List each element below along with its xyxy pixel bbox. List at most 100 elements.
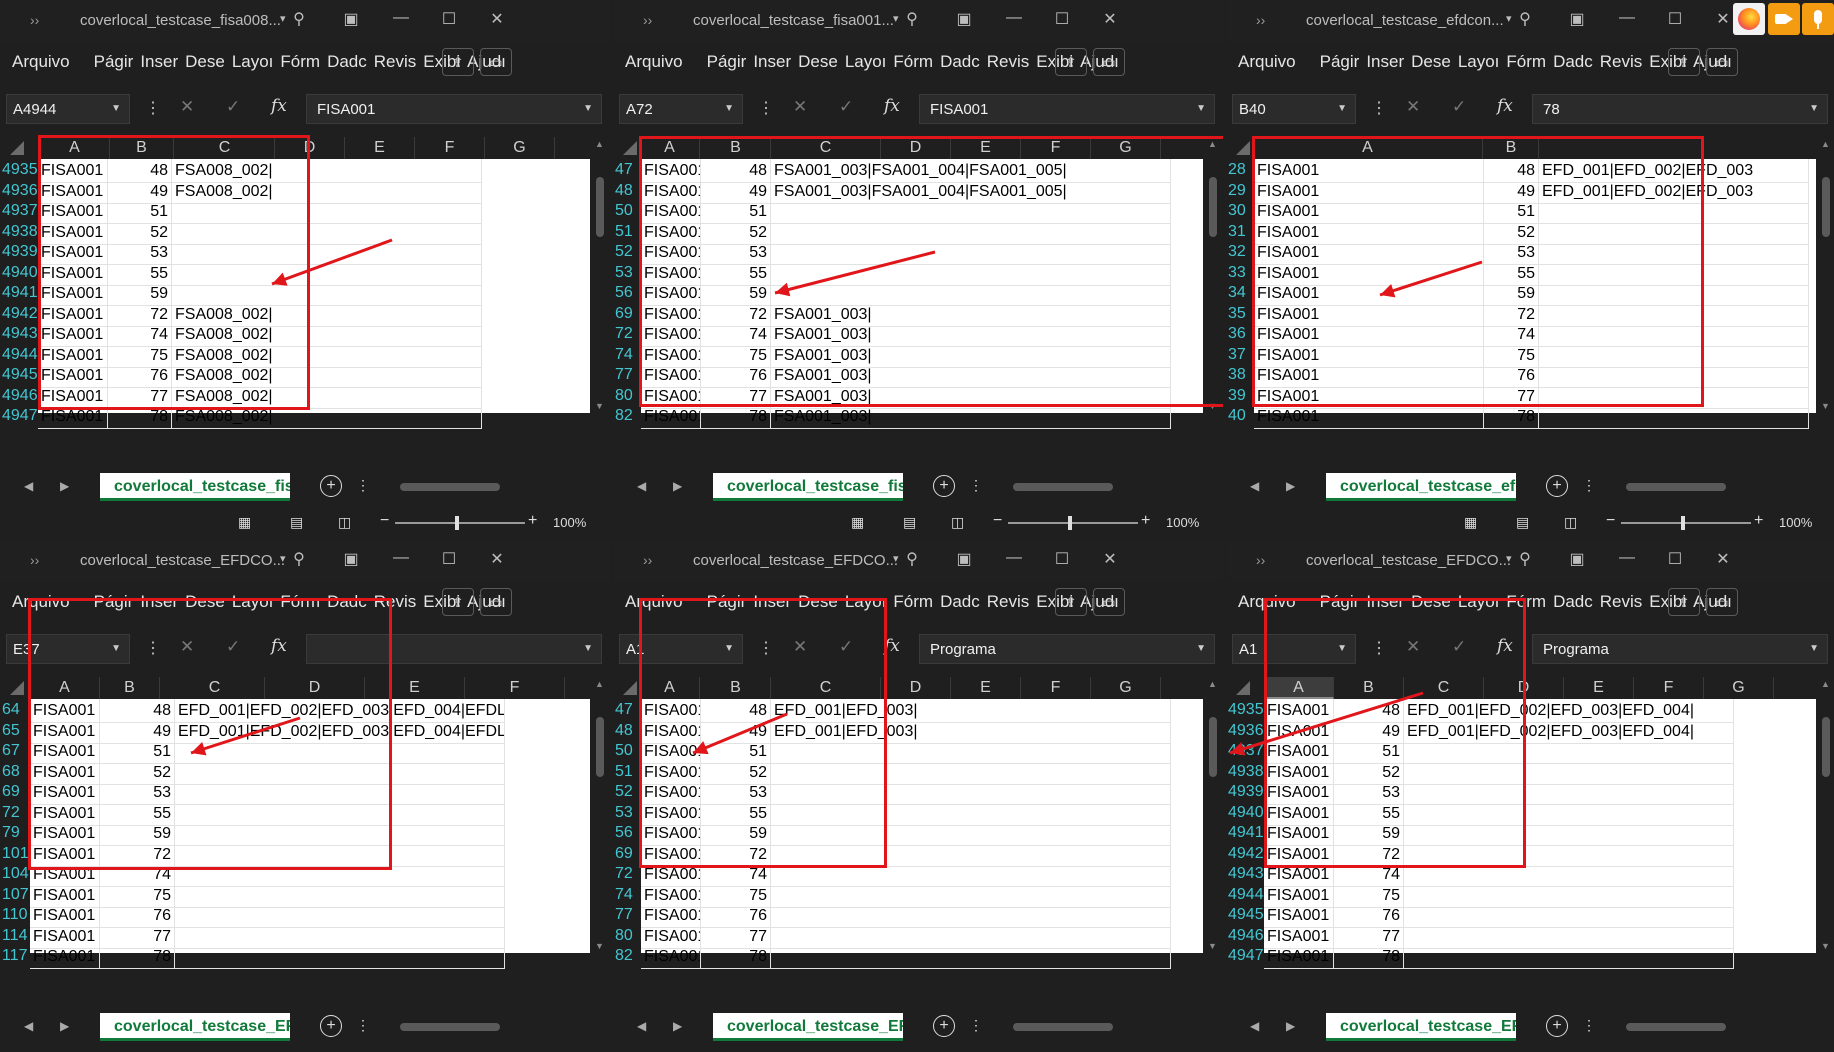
ribbon-tab[interactable]: Arquivo [12,52,70,72]
ribbon-display-icon[interactable]: ▣ [953,549,975,571]
chevron-down-icon[interactable]: ▼ [724,643,734,654]
horizontal-scrollbar[interactable] [993,1021,1193,1033]
ribbon-tab[interactable]: Dese [798,52,838,72]
ribbon-tab[interactable]: Revis [374,592,417,612]
scroll-thumb[interactable] [1013,1023,1113,1031]
more-icon[interactable]: ⋮ [356,477,370,494]
ribbon-tab[interactable]: Revis [987,52,1030,72]
ribbon-tab[interactable]: Fórm [280,52,320,72]
cancel-icon[interactable]: ✕ [180,97,194,117]
share-icon[interactable]: ⇪ [442,48,474,76]
vertical-scrollbar[interactable]: ▲ ▼ [1203,137,1223,413]
column-header[interactable]: C [771,677,881,699]
vertical-scrollbar[interactable]: ▲ ▼ [1816,137,1834,413]
name-box[interactable]: E37 ▼ [6,634,130,664]
share-icon[interactable]: ⇪ [1668,588,1700,616]
sheet-tab[interactable]: coverlocal_testcase_EFI [713,1013,903,1041]
column-header[interactable]: D [275,137,345,159]
sheet-tab[interactable]: coverlocal_testcase_EFI [1326,1013,1516,1041]
column-header[interactable]: F [465,677,565,699]
share-icon[interactable]: ⇪ [1668,48,1700,76]
share-icon[interactable]: ⇪ [442,588,474,616]
cell-a[interactable]: FISA001 [30,945,100,969]
name-box[interactable]: B40 ▼ [1232,94,1356,124]
chevron-left-icon[interactable]: ◀ [24,479,33,493]
insert-function-icon[interactable]: fx [1497,636,1513,656]
microphone-icon[interactable] [1802,3,1834,35]
ribbon-tab[interactable]: Fórm [1506,52,1546,72]
firefox-icon[interactable] [1733,3,1765,35]
row-header[interactable]: 82 [613,405,641,429]
column-header[interactable]: D [881,137,951,159]
cancel-icon[interactable]: ✕ [180,637,194,657]
column-header[interactable]: C [175,137,275,159]
more-icon[interactable]: ⋮ [969,477,983,494]
chevron-left-icon[interactable]: ◀ [1250,479,1259,493]
minimize-icon[interactable]: — [1616,549,1638,571]
ribbon-display-icon[interactable]: ▣ [340,9,362,31]
column-header[interactable]: E [365,677,465,699]
zoom-knob[interactable] [1068,516,1072,530]
chevron-left-icon[interactable]: ◀ [637,1019,646,1033]
horizontal-scrollbar[interactable] [993,481,1193,493]
ribbon-tab[interactable]: Layoı [1458,52,1500,72]
chevron-down-icon[interactable]: ▼ [111,643,121,654]
chevron-right-icon[interactable]: ▶ [1286,1019,1295,1033]
scroll-down-icon[interactable]: ▼ [1821,401,1830,411]
page-layout-icon[interactable]: ▤ [1516,514,1529,531]
chevron-down-icon[interactable]: ▾ [893,12,899,25]
cell-c[interactable] [771,945,1171,969]
comments-icon[interactable]: ▭ [480,48,512,76]
scroll-thumb[interactable] [1626,1023,1726,1031]
column-header[interactable]: B [701,137,771,159]
cancel-icon[interactable]: ✕ [793,97,807,117]
maximize-icon[interactable]: ☐ [1051,9,1073,31]
add-sheet-button[interactable]: + [320,475,342,497]
column-header[interactable]: C [1404,677,1484,699]
ribbon-tab[interactable]: Inser [140,52,178,72]
name-box[interactable]: A1 ▼ [1232,634,1356,664]
column-header[interactable]: G [1704,677,1774,699]
spreadsheet-grid[interactable]: A B C D E F G 47 FISA001 48 EFD_001|EFD_003| 48 FISA… [613,677,1203,969]
scroll-thumb[interactable] [596,177,604,237]
comments-icon[interactable]: ▭ [1706,588,1738,616]
close-icon[interactable]: ✕ [1712,549,1734,571]
ribbon-tab[interactable]: Págir [1320,592,1360,612]
column-header[interactable]: B [110,137,174,159]
scroll-thumb[interactable] [1013,483,1113,491]
select-all-corner[interactable] [1236,141,1250,155]
comments-icon[interactable]: ▭ [1093,48,1125,76]
ribbon-tab[interactable]: Dadc [1553,52,1593,72]
zoom-slider[interactable] [395,516,525,530]
ribbon-tab[interactable]: Inser [1366,52,1404,72]
more-icon[interactable]: ⋮ [969,1017,983,1034]
insert-function-icon[interactable]: fx [271,96,287,116]
page-break-icon[interactable]: ◫ [338,514,351,531]
page-layout-icon[interactable]: ▤ [290,514,303,531]
more-icon[interactable]: ⋮ [1371,638,1387,658]
ribbon-tab[interactable]: Págir [707,52,747,72]
chevron-down-icon[interactable]: ▼ [111,103,121,114]
select-all-corner[interactable] [623,141,637,155]
scroll-down-icon[interactable]: ▼ [1821,941,1830,951]
ribbon-tab[interactable]: Arquivo [625,592,683,612]
chevron-left-icon[interactable]: ◀ [637,479,646,493]
page-layout-icon[interactable]: ▤ [903,514,916,531]
scroll-up-icon[interactable]: ▲ [1208,679,1217,689]
maximize-icon[interactable]: ☐ [1664,9,1686,31]
cancel-icon[interactable]: ✕ [1406,97,1420,117]
chevron-down-icon[interactable]: ▼ [1809,103,1819,114]
window-title[interactable]: coverlocal_testcase_efdcon... [1306,12,1516,29]
ribbon-tab[interactable]: Layoı [845,592,887,612]
ribbon-tab[interactable]: Inser [140,592,178,612]
ribbon-tab[interactable]: Dese [798,592,838,612]
column-header[interactable]: A [640,137,700,159]
chevron-right-icon[interactable]: ▶ [60,479,69,493]
formula-input[interactable]: 78 ▼ [1532,94,1828,124]
page-break-icon[interactable]: ◫ [1564,514,1577,531]
more-icon[interactable]: ⋮ [145,98,161,118]
column-header[interactable]: D [881,677,951,699]
chevron-down-icon[interactable]: ▾ [1506,552,1512,565]
add-sheet-button[interactable]: + [933,475,955,497]
insert-function-icon[interactable]: fx [884,636,900,656]
